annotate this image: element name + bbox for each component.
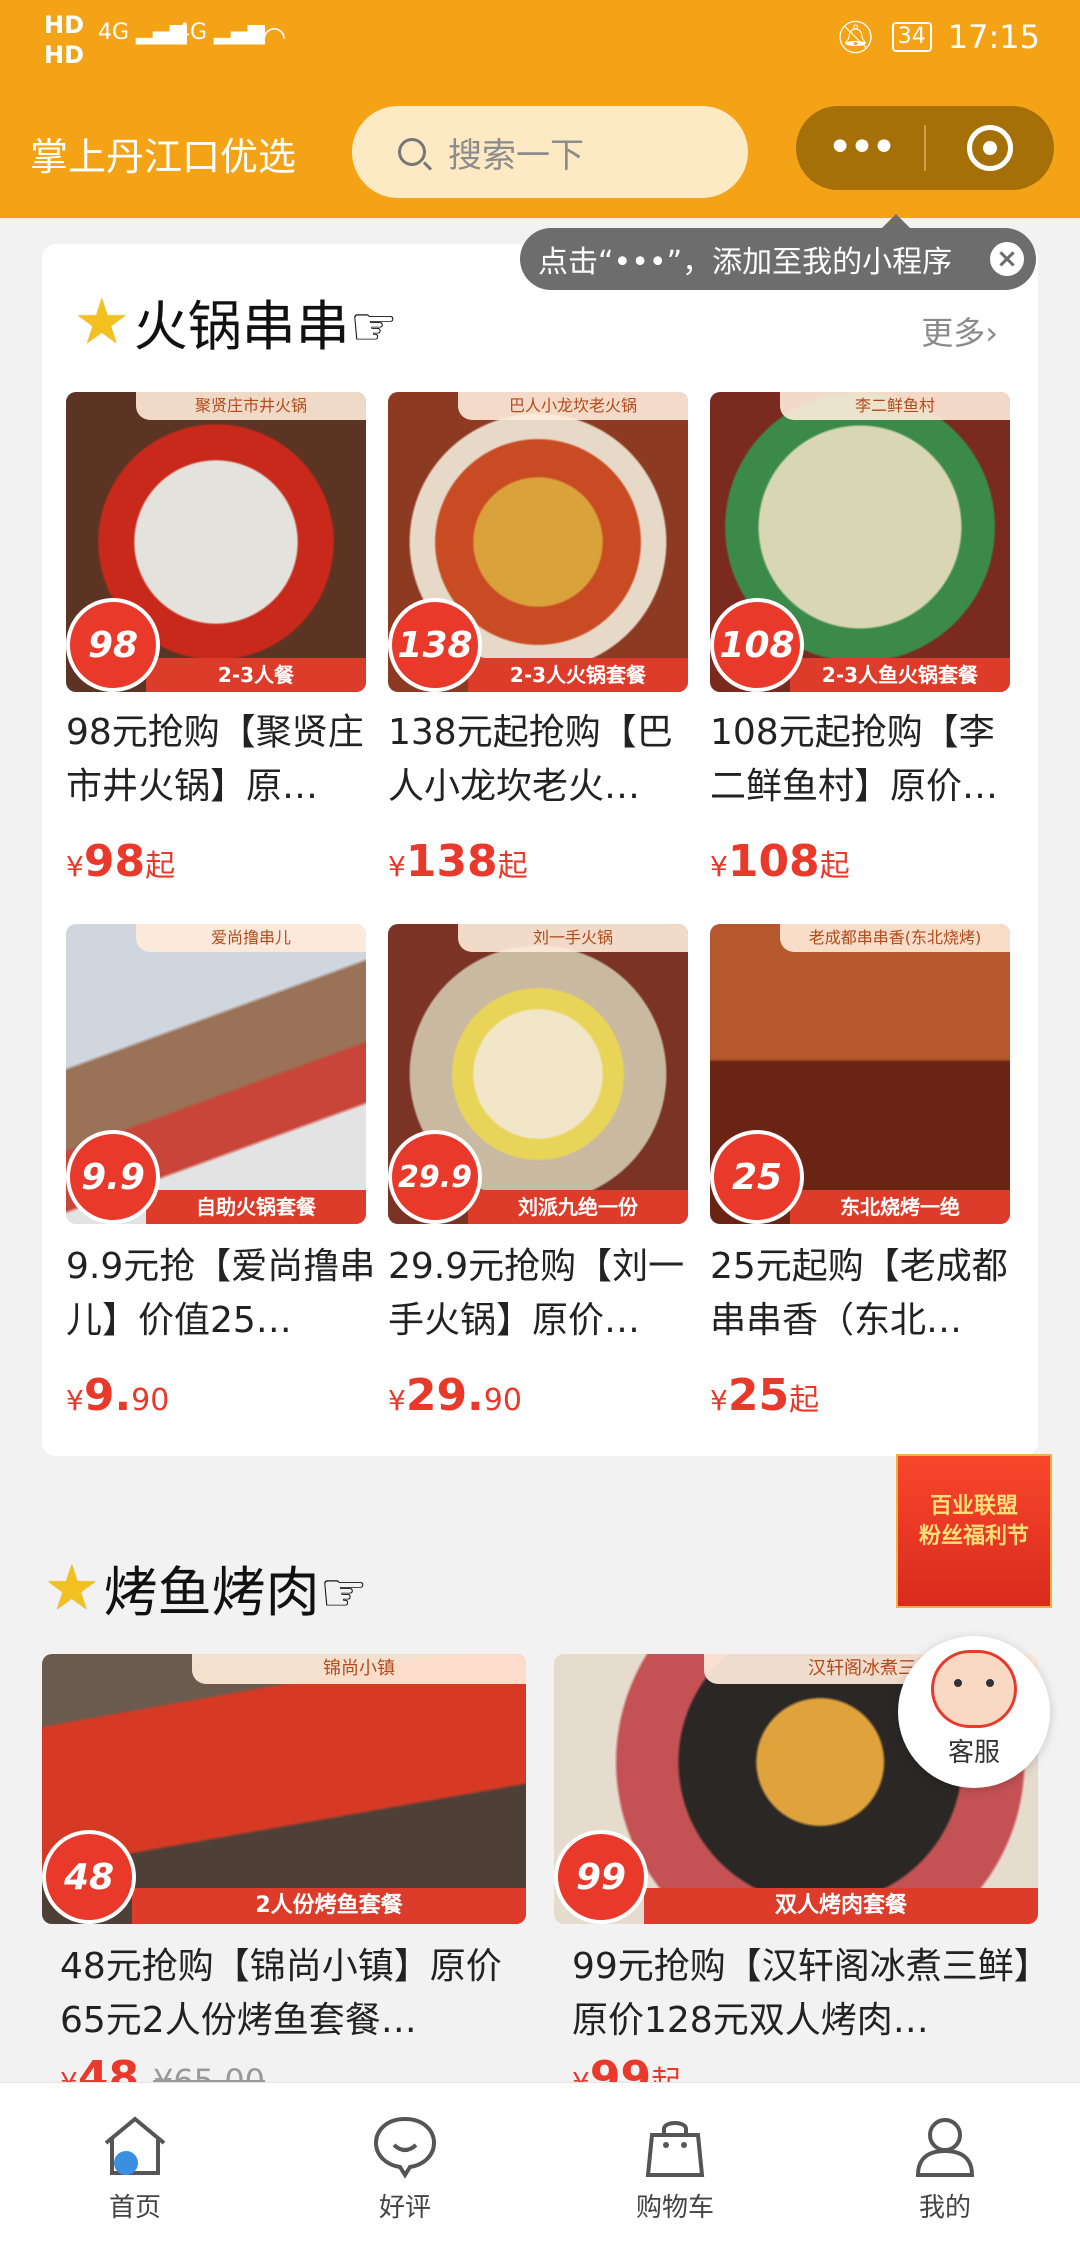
tooltip-close-icon[interactable]: × <box>990 242 1024 276</box>
product-image[interactable]: 巴人小龙坎老火锅 2-3人火锅套餐 138 <box>388 392 688 692</box>
user-icon <box>908 2109 982 2183</box>
star-icon: ★ <box>44 1551 100 1624</box>
product-title[interactable]: 108元起抢购【李二鲜鱼村】原价… <box>710 706 1020 814</box>
add-miniprogram-tooltip: 点击“•••”，添加至我的小程序 × <box>520 214 1036 290</box>
search-placeholder: 搜索一下 <box>448 135 584 176</box>
product-price: ¥25起 <box>710 1370 820 1421</box>
product-price: ¥29.90 <box>388 1370 522 1421</box>
product-image[interactable]: 李二鲜鱼村 2-3人鱼火锅套餐 108 <box>710 392 1010 692</box>
wifi-icon: ◠ <box>262 20 287 53</box>
nav-cart[interactable]: 购物车 <box>540 2083 810 2245</box>
miniprogram-capsule: ••• <box>796 106 1054 190</box>
nav-home[interactable]: 首页 <box>0 2083 270 2245</box>
search-icon <box>398 138 426 166</box>
product-price: ¥98起 <box>66 836 176 887</box>
mute-icon: 🔕︎ <box>835 18 876 56</box>
product-image[interactable]: 锦尚小镇 2人份烤鱼套餐 48 <box>42 1654 526 1924</box>
hd-indicator: HD HD <box>44 11 85 69</box>
product-title[interactable]: 138元起抢购【巴人小龙坎老火… <box>388 706 698 814</box>
product-price: ¥9.90 <box>66 1370 170 1421</box>
product-title[interactable]: 9.9元抢【爱尚撸串儿】价值25… <box>66 1240 376 1348</box>
header-bar: HD HD 4G ▂▄▆ 4G ▂▄▆ ◠ 🔕︎ 34 17:15 掌上丹江口优… <box>0 0 1080 218</box>
chat-icon <box>368 2109 442 2183</box>
product-image[interactable]: 刘一手火锅 刘派九绝一份 29.9 <box>388 924 688 1224</box>
product-title[interactable]: 25元起购【老成都串串香（东北… <box>710 1240 1020 1348</box>
bottom-nav: 首页 好评 购物车 我的 <box>0 2082 1080 2245</box>
signal-icon: 4G ▂▄▆ <box>98 20 187 45</box>
star-icon: ★ <box>74 285 130 358</box>
search-input[interactable]: 搜索一下 <box>352 106 748 198</box>
section-title-hotpot: ★ 火锅串串☞ <box>74 285 399 358</box>
nav-profile[interactable]: 我的 <box>810 2083 1080 2245</box>
product-price: ¥138起 <box>388 836 528 887</box>
product-title[interactable]: 29.9元抢购【刘一手火锅】原价… <box>388 1240 698 1348</box>
product-title[interactable]: 98元抢购【聚贤庄市井火锅】原… <box>66 706 376 814</box>
promo-float-banner[interactable]: 百业联盟 粉丝福利节 <box>896 1454 1052 1608</box>
customer-service-button[interactable]: 客服 <box>898 1636 1050 1788</box>
status-bar: HD HD 4G ▂▄▆ 4G ▂▄▆ ◠ 🔕︎ 34 17:15 <box>0 0 1080 88</box>
more-button[interactable]: ••• <box>796 118 924 178</box>
product-title[interactable]: 48元抢购【锦尚小镇】原价65元2人份烤鱼套餐… <box>60 1940 520 2048</box>
app-title: 掌上丹江口优选 <box>30 135 297 179</box>
more-link[interactable]: 更多› <box>921 308 998 354</box>
nav-reviews[interactable]: 好评 <box>270 2083 540 2245</box>
battery-icon: 34 <box>891 22 932 52</box>
product-title[interactable]: 99元抢购【汉轩阁冰煮三鲜】原价128元双人烤肉… <box>572 1940 1032 2048</box>
tooltip-text: 点击“•••”，添加至我的小程序 <box>538 245 953 280</box>
status-right: 🔕︎ 34 17:15 <box>835 18 1040 56</box>
clock: 17:15 <box>947 18 1040 56</box>
section-title-grill: ★ 烤鱼烤肉☞ <box>44 1551 369 1624</box>
close-target-icon <box>967 125 1013 171</box>
product-price: ¥108起 <box>710 836 850 887</box>
close-button[interactable] <box>926 125 1054 171</box>
signal-icon-2: 4G ▂▄▆ <box>176 20 265 45</box>
product-image[interactable]: 老成都串串香(东北烧烤) 东北烧烤一绝 25 <box>710 924 1010 1224</box>
home-icon <box>98 2109 172 2183</box>
product-image[interactable]: 爱尚撸串儿 自助火锅套餐 9.9 <box>66 924 366 1224</box>
shopping-bag-icon <box>638 2109 712 2183</box>
customer-service-icon <box>931 1650 1017 1728</box>
product-image[interactable]: 聚贤庄市井火锅 2-3人餐 98 <box>66 392 366 692</box>
